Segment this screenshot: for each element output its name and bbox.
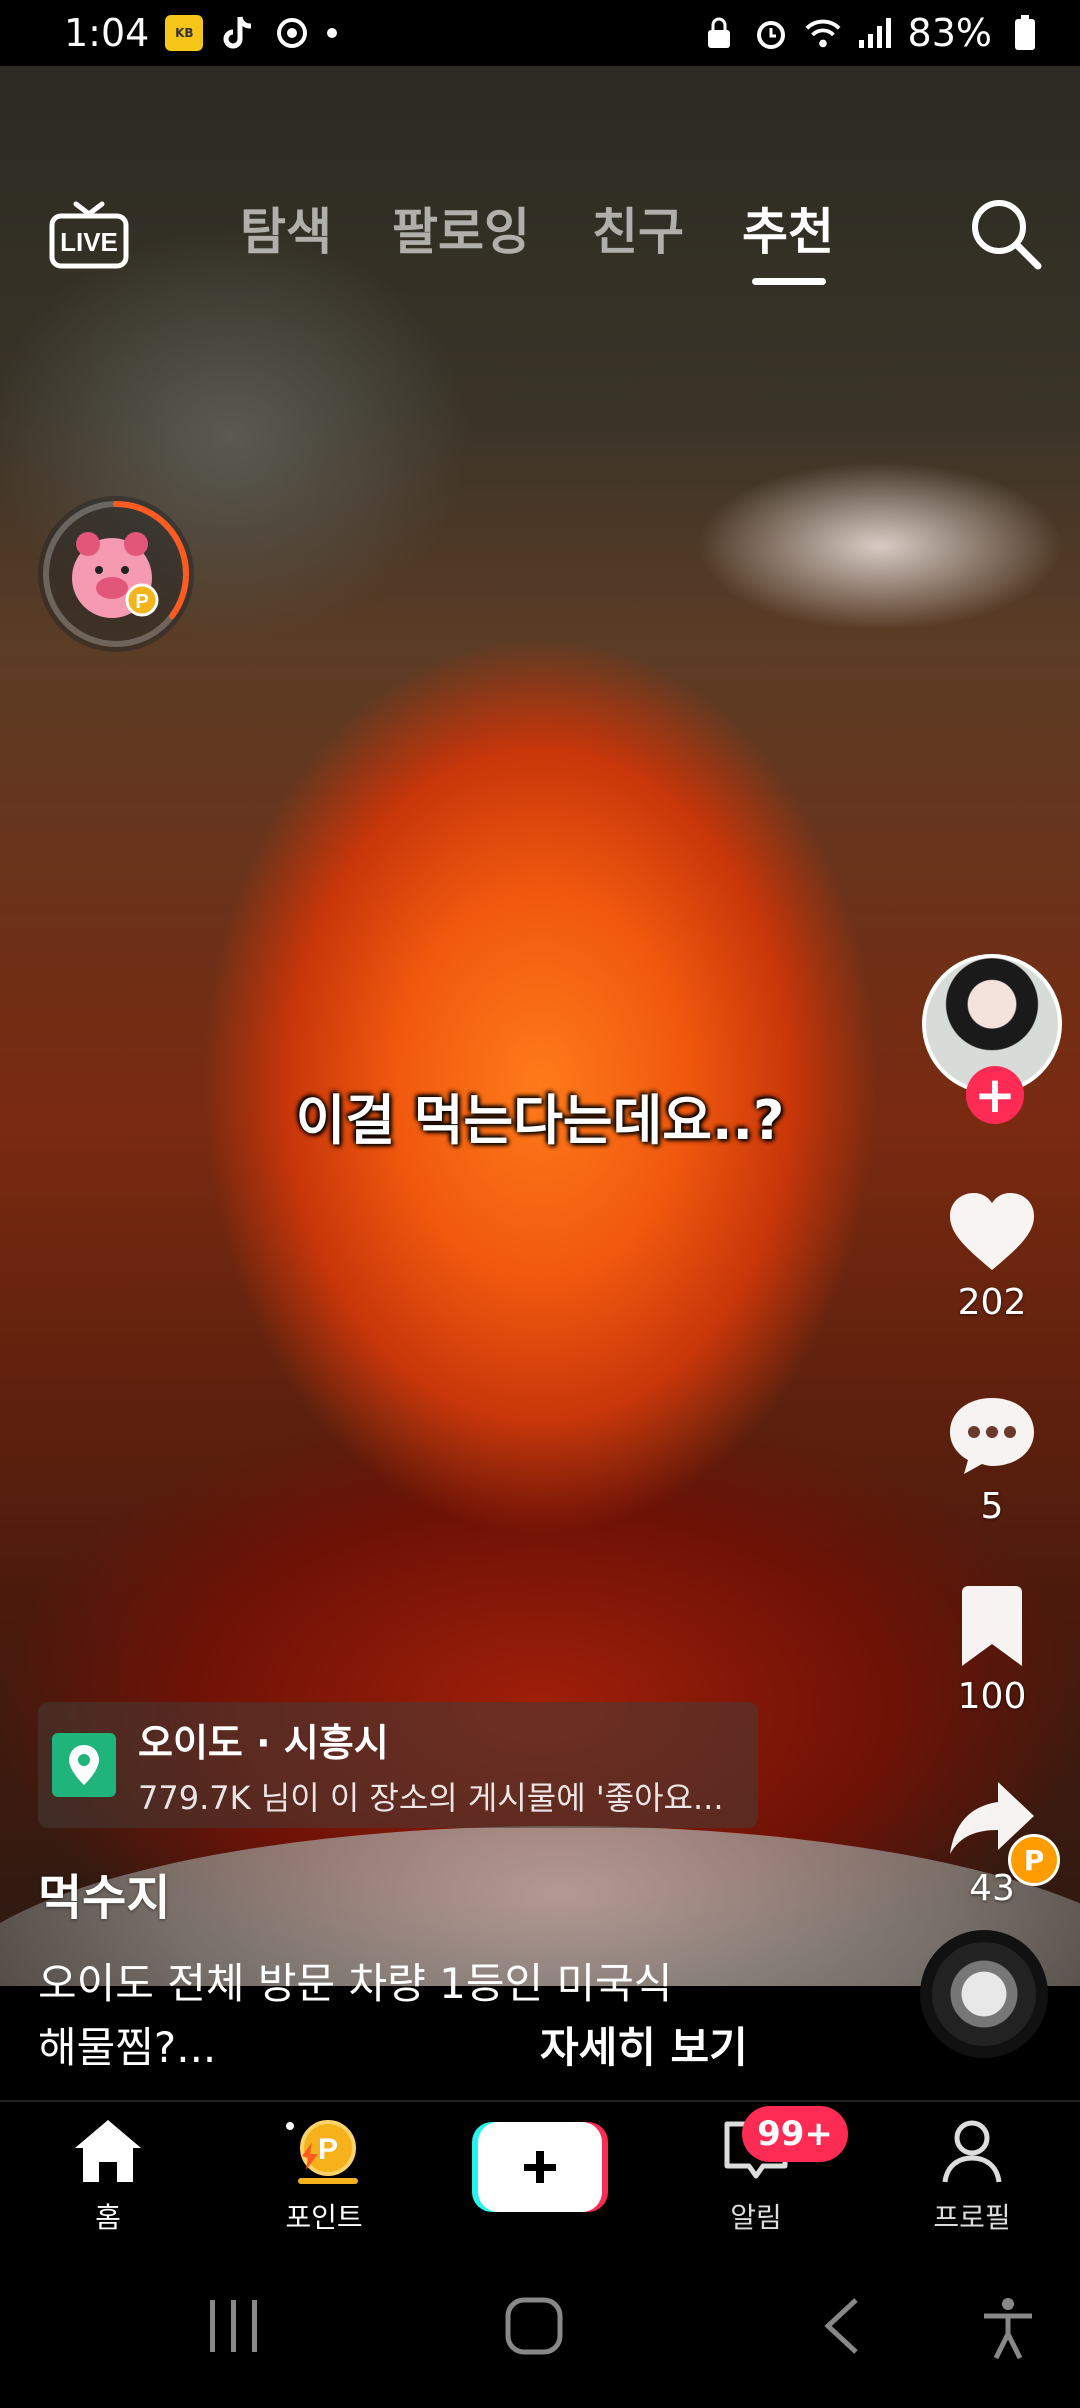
back-chevron-icon	[824, 2298, 858, 2354]
live-label: LIVE	[60, 227, 118, 257]
tab-for-you[interactable]: 추천	[742, 192, 834, 264]
share-button[interactable]: P 43	[922, 1776, 1062, 1909]
search-icon	[972, 200, 1042, 270]
battery-icon	[1006, 14, 1044, 52]
active-tab-indicator	[752, 278, 826, 285]
location-title: 오이도 · 시흥시	[138, 1720, 389, 1765]
like-button[interactable]: 202	[922, 1190, 1062, 1323]
home-icon	[75, 2120, 141, 2182]
battery-percent: 83%	[907, 11, 992, 55]
bookmark-icon	[962, 1586, 1022, 1666]
system-nav-bar	[0, 2246, 1080, 2408]
tab-explore[interactable]: 탐색	[240, 192, 332, 264]
status-time: 1:04	[64, 11, 150, 55]
video-caption-overlay: 이걸 먹는다는데요..?	[295, 1089, 785, 1152]
piggy-timer-icon: P	[43, 501, 189, 647]
alarm-icon	[752, 14, 790, 52]
home-square-icon	[505, 2297, 563, 2355]
bottom-nav: 홈 P 포인트 알림 99+ 프로필	[0, 2100, 1080, 2246]
lock-icon	[700, 14, 738, 52]
location-pin-icon	[52, 1733, 116, 1797]
inbox-badge: 99+	[742, 2106, 848, 2162]
points-coin-icon: P	[286, 2120, 358, 2184]
tab-friends[interactable]: 친구	[592, 192, 684, 264]
description-line-1: 오이도 전체 방문 차량 1등인 미국식	[38, 1959, 673, 2008]
creator-username[interactable]: 먹수지	[38, 1858, 170, 1928]
recent-apps-icon	[210, 2300, 257, 2352]
location-subtitle: 779.7K 님이 이 장소의 게시물에 '좋아요...	[138, 1778, 724, 1817]
accessibility-button[interactable]	[978, 2296, 1038, 2364]
reward-timer-button[interactable]: P	[38, 496, 194, 652]
kb-bank-icon: KB	[165, 15, 204, 51]
bookmark-button[interactable]: 100	[922, 1584, 1062, 1717]
status-bar: 1:04 KB 83%	[0, 0, 1080, 66]
signal-icon	[856, 14, 894, 52]
live-button[interactable]: LIVE	[48, 198, 130, 270]
music-disc-icon[interactable]	[920, 1930, 1048, 2058]
nav-points[interactable]: P 포인트	[244, 2116, 404, 2236]
sync-icon	[273, 14, 311, 52]
svg-text:P: P	[135, 591, 148, 613]
share-point-badge: P	[1008, 1834, 1060, 1886]
recent-apps-button[interactable]	[206, 2296, 262, 2360]
back-button[interactable]	[820, 2296, 864, 2360]
top-tab-bar: LIVE 탐색 팔로잉 친구 추천	[0, 186, 1080, 296]
follow-button[interactable]: +	[966, 1066, 1024, 1124]
like-count: 202	[957, 1282, 1027, 1323]
accessibility-icon	[984, 2298, 1032, 2360]
nav-points-label: 포인트	[285, 2201, 363, 2234]
profile-icon	[942, 2120, 1002, 2183]
tab-following[interactable]: 팔로잉	[392, 192, 530, 264]
home-system-button[interactable]	[504, 2296, 564, 2360]
tiktok-notification-icon	[219, 14, 257, 52]
comment-button[interactable]: 5	[922, 1394, 1062, 1527]
see-more-button[interactable]: 자세히 보기	[540, 2014, 748, 2075]
plus-icon	[472, 2122, 608, 2212]
wifi-icon	[804, 14, 842, 52]
create-button[interactable]	[472, 2122, 608, 2212]
nav-profile[interactable]: 프로필	[892, 2116, 1052, 2236]
video-player[interactable]: LIVE 탐색 팔로잉 친구 추천 P 이걸 먹는다는데요..? + 202 5…	[0, 66, 1080, 1986]
search-button[interactable]	[966, 194, 1044, 272]
nav-inbox-label: 알림	[730, 2201, 782, 2234]
nav-home[interactable]: 홈	[28, 2116, 188, 2236]
comment-count: 5	[980, 1486, 1004, 1527]
notification-dot-icon	[327, 28, 338, 38]
location-card[interactable]: 오이도 · 시흥시 779.7K 님이 이 장소의 게시물에 '좋아요...	[38, 1702, 758, 1828]
comment-icon	[950, 1398, 1034, 1474]
description-line-2: 해물찜?...	[38, 2023, 217, 2072]
svg-text:P: P	[318, 2133, 338, 2166]
bookmark-count: 100	[957, 1676, 1027, 1717]
nav-profile-label: 프로필	[933, 2201, 1011, 2234]
heart-icon	[950, 1193, 1034, 1270]
nav-home-label: 홈	[95, 2201, 121, 2234]
